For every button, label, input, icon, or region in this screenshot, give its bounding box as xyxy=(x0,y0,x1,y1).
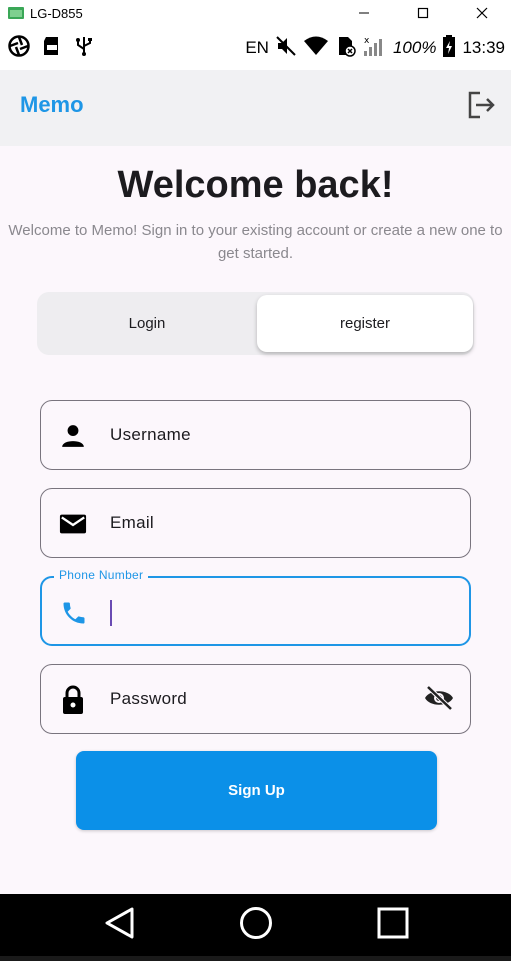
tab-register[interactable]: register xyxy=(257,295,473,352)
home-button[interactable] xyxy=(233,902,279,948)
window-titlebar: LG-D855 xyxy=(0,0,511,26)
app-bar: Memo xyxy=(0,70,511,146)
wifi-icon xyxy=(303,35,329,62)
sim-icon xyxy=(335,35,357,62)
mail-icon xyxy=(59,510,87,538)
back-triangle-icon xyxy=(102,905,138,946)
password-visibility-toggle[interactable] xyxy=(423,684,455,716)
window-title: LG-D855 xyxy=(30,5,83,21)
text-cursor xyxy=(110,600,112,626)
page-title: Welcome back! xyxy=(117,164,394,206)
tab-login[interactable]: Login xyxy=(37,292,257,355)
username-label: Username xyxy=(110,425,191,444)
sign-up-button[interactable]: Sign Up xyxy=(76,751,437,830)
status-bar: EN x 100% 13:39 xyxy=(0,26,511,70)
svg-text:x: x xyxy=(364,36,370,46)
usb-icon xyxy=(74,35,94,62)
recents-button[interactable] xyxy=(370,902,416,948)
app-title: Memo xyxy=(20,92,84,117)
signal-icon: x xyxy=(363,35,387,62)
window-controls xyxy=(334,0,511,26)
close-window-button[interactable] xyxy=(452,0,511,26)
email-field[interactable]: Email xyxy=(40,488,471,558)
person-icon xyxy=(59,422,87,450)
navigation-bar xyxy=(0,894,511,956)
page-subtitle: Welcome to Memo! Sign in to your existin… xyxy=(8,222,503,262)
minimize-button[interactable] xyxy=(334,0,393,26)
recents-square-icon xyxy=(375,905,411,946)
auth-tabs: Login register xyxy=(37,292,474,355)
phone-icon xyxy=(60,599,88,627)
email-label: Email xyxy=(110,513,155,532)
phone-number-label: Phone Number xyxy=(54,568,149,582)
username-field[interactable]: Username xyxy=(40,400,471,470)
android-app-icon xyxy=(8,6,24,20)
logout-icon xyxy=(466,90,496,125)
logout-button[interactable] xyxy=(464,90,498,124)
password-label: Password xyxy=(110,689,188,708)
maximize-button[interactable] xyxy=(393,0,452,26)
bottom-edge xyxy=(0,956,511,961)
battery-percent: 100% xyxy=(392,38,437,57)
aperture-icon xyxy=(8,34,30,62)
clock: 13:39 xyxy=(462,38,505,57)
password-field[interactable]: Password xyxy=(40,664,471,734)
visibility-off-icon xyxy=(423,684,455,716)
back-button[interactable] xyxy=(97,902,143,948)
home-circle-icon xyxy=(238,905,274,946)
phone-number-field[interactable]: Phone Number xyxy=(40,568,471,646)
sd-card-icon xyxy=(42,35,62,62)
mute-icon xyxy=(275,35,297,62)
battery-icon xyxy=(442,34,456,63)
lock-icon xyxy=(59,685,87,714)
language-indicator: EN xyxy=(245,38,269,57)
